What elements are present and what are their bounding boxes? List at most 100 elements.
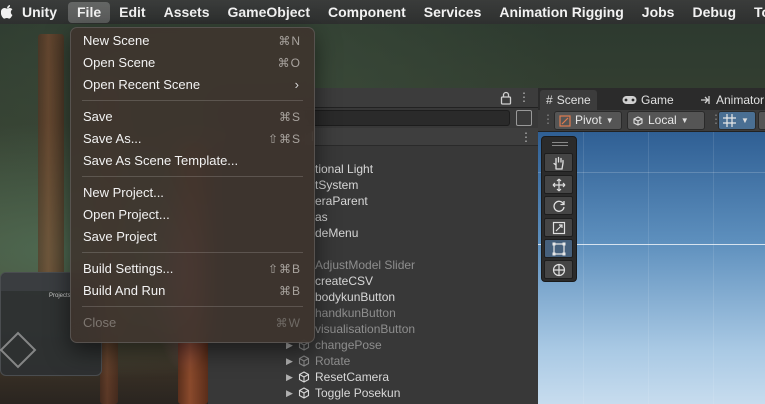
menu-item-open-recent-scene[interactable]: Open Recent Scene › — [83, 75, 301, 95]
scene-more-icon[interactable]: ⋮ — [520, 131, 532, 143]
menu-item-open-project[interactable]: Open Project... — [83, 205, 301, 225]
search-options-icon[interactable] — [516, 110, 532, 126]
hierarchy-item[interactable]: ▶ Rotate — [208, 353, 538, 369]
pivot-label: Pivot — [575, 113, 602, 127]
hierarchy-item-label: createCSV — [315, 274, 374, 288]
menu-file[interactable]: File — [68, 1, 111, 23]
overlay-grip-line — [552, 145, 568, 146]
tab-scene[interactable]: # Scene — [540, 90, 597, 110]
local-space-icon — [633, 115, 643, 126]
space-label: Local — [648, 113, 677, 127]
menu-item-open-scene[interactable]: Open Scene ⌘O — [83, 53, 301, 73]
menu-separator — [82, 176, 303, 177]
menu-item-label: Save As Scene Template... — [83, 153, 239, 168]
project-window-title: Projects — [49, 293, 71, 299]
menu-item-save[interactable]: Save ⌘S — [83, 107, 301, 127]
menu-separator — [82, 306, 303, 307]
hierarchy-item-label: Rotate — [315, 354, 351, 368]
hierarchy-item-label: eraParent — [315, 194, 368, 208]
lock-icon[interactable] — [500, 91, 512, 105]
hierarchy-search-input[interactable] — [300, 110, 510, 126]
transform-tool-icon — [552, 263, 565, 276]
menu-item-label: New Scene — [83, 33, 150, 48]
menu-item-build-and-run[interactable]: Build And Run ⌘B — [83, 281, 301, 301]
hierarchy-item-label: Toggle Posekun — [315, 386, 401, 400]
gameobject-cube-icon — [298, 355, 310, 367]
menu-item-shortcut: ⌘O — [277, 56, 301, 70]
menu-item-save-as[interactable]: Save As... ⇧⌘S — [83, 129, 301, 149]
rotate-tool-button[interactable] — [544, 196, 573, 215]
space-dropdown[interactable]: Local ▼ — [627, 111, 705, 130]
tab-scene-label: Scene — [556, 93, 591, 107]
unity-logo-icon — [0, 331, 37, 369]
move-tool-button[interactable] — [544, 175, 573, 194]
menu-tools[interactable]: Tools — [745, 0, 765, 24]
menu-debug[interactable]: Debug — [683, 0, 745, 24]
expand-arrow-icon[interactable]: ▶ — [286, 369, 293, 385]
menu-edit[interactable]: Edit — [110, 0, 154, 24]
menu-item-new-scene[interactable]: New Scene ⌘N — [83, 31, 301, 51]
apple-logo-icon — [1, 5, 13, 19]
expand-arrow-icon[interactable]: ▶ — [286, 353, 293, 369]
menu-item-label: Save — [83, 109, 113, 124]
tree-trunk — [38, 34, 64, 284]
gameobject-cube-icon — [298, 371, 310, 383]
gameobject-cube-icon — [298, 387, 310, 399]
grid-snap-dropdown[interactable]: ▼ — [718, 111, 756, 130]
chevron-right-icon: › — [294, 77, 299, 92]
hand-tool-icon — [552, 156, 564, 170]
menu-component[interactable]: Component — [319, 0, 415, 24]
menu-gameobject[interactable]: GameObject — [219, 0, 319, 24]
menu-item-label: Open Scene — [83, 55, 156, 70]
chevron-down-icon: ▼ — [741, 116, 749, 125]
menu-item-shortcut: ⌘S — [278, 110, 301, 124]
hierarchy-item[interactable]: ▶ ResetCamera — [208, 369, 538, 385]
overlay-grip-line — [552, 142, 568, 143]
hash-icon: # — [546, 93, 553, 107]
pivot-icon — [559, 114, 571, 127]
menu-item-save-as-scene-template[interactable]: Save As Scene Template... — [83, 151, 301, 171]
expand-arrow-icon[interactable]: ▶ — [286, 385, 293, 401]
hierarchy-item-label: as — [315, 210, 328, 224]
menu-item-label: Save As... — [83, 131, 142, 146]
hierarchy-item[interactable]: ▶ Toggle Posekun — [208, 385, 538, 401]
menu-item-shortcut: ⌘W — [275, 316, 301, 330]
hierarchy-item-label: AdjustModel Slider — [315, 258, 416, 272]
menu-item-close: Close ⌘W — [83, 313, 301, 333]
menu-animation-rigging[interactable]: Animation Rigging — [490, 0, 632, 24]
rect-tool-button[interactable] — [544, 239, 573, 258]
menu-item-shortcut: ⌘B — [278, 284, 301, 298]
apple-icon[interactable] — [0, 0, 13, 24]
hierarchy-item-label: deMenu — [315, 226, 359, 240]
menu-item-label: Open Recent Scene — [83, 77, 201, 92]
transform-tool-button[interactable] — [544, 260, 573, 279]
menu-item-label: New Project... — [83, 185, 164, 200]
tab-animator-label: Animator — [716, 93, 765, 107]
tab-game[interactable]: Game — [622, 90, 674, 110]
menu-item-shortcut: ⇧⌘B — [267, 262, 301, 276]
menu-item-label: Save Project — [83, 229, 157, 244]
menu-assets[interactable]: Assets — [155, 0, 219, 24]
pivot-dropdown[interactable]: Pivot ▼ — [554, 111, 622, 130]
scale-tool-button[interactable] — [544, 218, 573, 237]
toolbar-overflow-button[interactable] — [758, 111, 765, 130]
menu-app-name[interactable]: Unity — [13, 0, 68, 24]
hierarchy-item-label: visualisationButton — [315, 322, 416, 336]
hand-tool-button[interactable] — [544, 153, 573, 172]
scale-tool-icon — [552, 221, 565, 234]
menu-item-build-settings[interactable]: Build Settings... ⇧⌘B — [83, 259, 301, 279]
menu-item-new-project[interactable]: New Project... — [83, 183, 301, 203]
menu-services[interactable]: Services — [415, 0, 491, 24]
hierarchy-item-label: ResetCamera — [315, 370, 390, 384]
menu-item-shortcut: ⇧⌘S — [267, 132, 301, 146]
menu-jobs[interactable]: Jobs — [633, 0, 684, 24]
rect-tool-icon — [552, 242, 565, 255]
grid-snap-icon — [723, 114, 736, 127]
tab-animator[interactable]: Animator — [700, 90, 764, 110]
hierarchy-item-label: bodykunButton — [315, 290, 396, 304]
more-options-icon[interactable]: ⋮ — [518, 91, 530, 103]
gamepad-icon — [622, 96, 637, 104]
menu-item-label: Build Settings... — [83, 261, 174, 276]
menu-item-save-project[interactable]: Save Project — [83, 227, 301, 247]
hierarchy-item-label: changePose — [315, 338, 382, 352]
